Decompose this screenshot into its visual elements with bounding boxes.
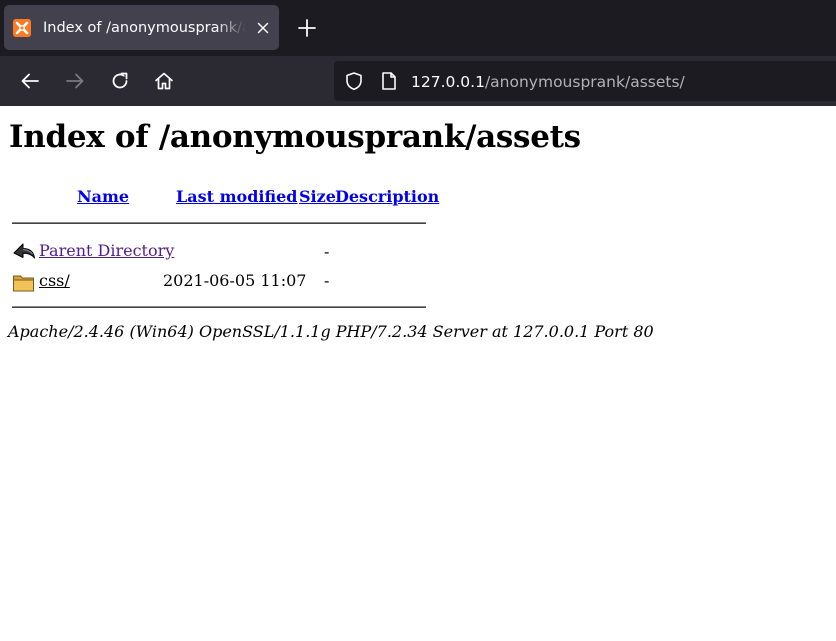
sort-by-description-link[interactable]: Description bbox=[335, 187, 439, 206]
tab-title: Index of /anonymousprank/assets bbox=[43, 20, 246, 36]
tab-strip: Index of /anonymousprank/assets bbox=[0, 0, 836, 56]
back-arrow-icon bbox=[12, 240, 36, 262]
list-item-last-modified: 2021-06-05 11:07 bbox=[163, 271, 307, 290]
column-header-size: Size bbox=[299, 185, 336, 209]
page-title: Index of /anonymousprank/assets bbox=[9, 119, 581, 155]
active-tab[interactable]: Index of /anonymousprank/assets bbox=[4, 5, 279, 50]
page-info-icon[interactable] bbox=[380, 71, 398, 91]
home-icon[interactable] bbox=[153, 70, 175, 92]
column-header-description: Description bbox=[335, 185, 439, 209]
sort-by-size-link[interactable]: Size bbox=[299, 187, 336, 206]
shield-icon[interactable] bbox=[344, 71, 364, 91]
reload-icon[interactable] bbox=[109, 70, 131, 92]
column-header-name: Name bbox=[77, 185, 129, 209]
sort-by-last-modified-link[interactable]: Last modified bbox=[176, 187, 297, 206]
close-tab-icon[interactable] bbox=[255, 20, 271, 36]
header-divider bbox=[12, 222, 426, 224]
list-item-name: Parent Directory bbox=[39, 241, 174, 261]
list-item-size: - bbox=[324, 242, 330, 261]
column-header-last-modified: Last modified bbox=[176, 185, 297, 209]
navigation-toolbar: 127.0.0.1/anonymousprank/assets/ bbox=[0, 56, 836, 106]
server-signature: Apache/2.4.46 (Win64) OpenSSL/1.1.1g PHP… bbox=[8, 322, 654, 341]
xampp-icon bbox=[13, 19, 31, 37]
css-folder-link[interactable]: css/ bbox=[39, 271, 70, 290]
folder-icon bbox=[12, 271, 36, 293]
url-text[interactable]: 127.0.0.1/anonymousprank/assets/ bbox=[411, 71, 685, 93]
page-content: Index of /anonymousprank/assets Name Las… bbox=[0, 106, 836, 641]
list-item-size: - bbox=[324, 271, 330, 290]
parent-directory-link[interactable]: Parent Directory bbox=[39, 241, 174, 260]
list-item-name: css/ bbox=[39, 271, 70, 291]
forward-arrow-icon[interactable] bbox=[64, 70, 86, 92]
url-path: /anonymousprank/assets/ bbox=[484, 73, 685, 91]
sort-by-name-link[interactable]: Name bbox=[77, 187, 129, 206]
footer-divider bbox=[12, 306, 426, 308]
url-host: 127.0.0.1 bbox=[411, 73, 485, 91]
url-bar[interactable]: 127.0.0.1/anonymousprank/assets/ bbox=[334, 61, 836, 101]
back-arrow-icon[interactable] bbox=[19, 70, 41, 92]
new-tab-plus-icon[interactable] bbox=[296, 17, 318, 39]
